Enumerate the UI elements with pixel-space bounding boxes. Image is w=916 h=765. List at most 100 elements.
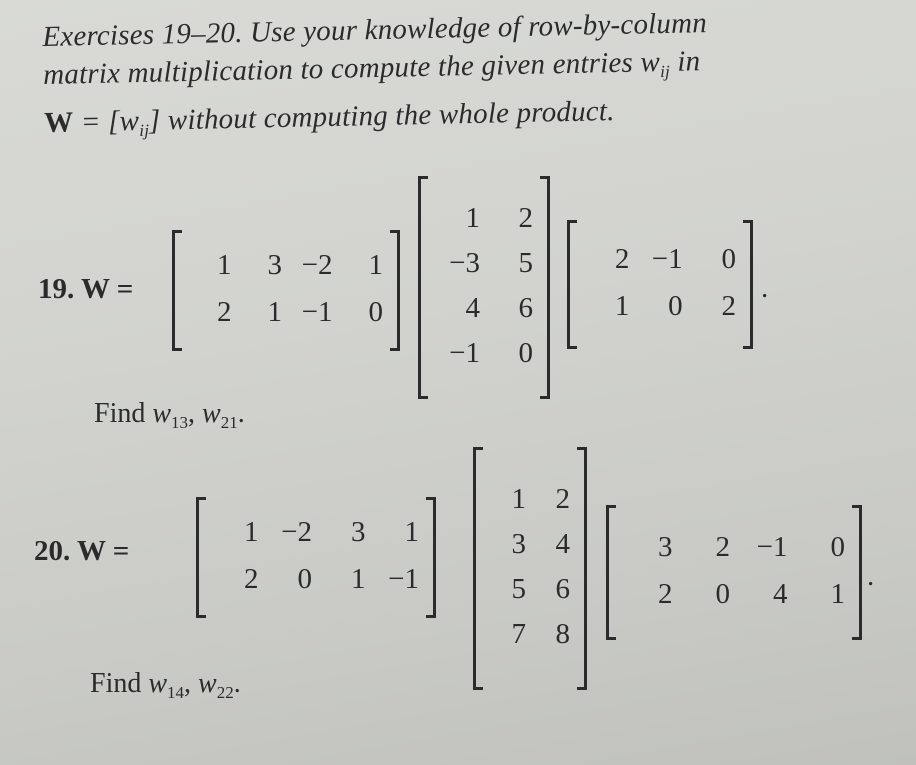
matrix-entry-r1-c4: 1 [404, 516, 420, 548]
matrix-entry-r1-c3: −2 [301, 249, 333, 281]
bracket-serif [567, 220, 577, 223]
matrix-entry-r2-c1: 1 [614, 290, 630, 322]
bracket-serif [426, 497, 436, 500]
exercise-instructions: Exercises 19–20. Use your knowledge of r… [42, 1, 875, 152]
matrix-entry-r2-c2: 4 [555, 528, 571, 560]
bracket-serif [743, 220, 753, 223]
matrix-entry-r3-c1: 4 [465, 292, 481, 324]
bracket-serif [172, 348, 182, 351]
instructions-text: ] without computing the whole product. [148, 95, 615, 137]
matrix-entry-r1-c2: −2 [281, 516, 312, 548]
matrix-entry-r4-c2: 8 [555, 618, 571, 650]
matrix-entry-r2-c1: −3 [449, 247, 480, 279]
matrix-entry-r2-c4: −1 [388, 563, 419, 595]
matrix-entries: 3 2 −1 0 2 0 4 1 [609, 505, 859, 637]
matrix-entry-r2-c1: 2 [244, 563, 259, 595]
find-label: Find [90, 668, 142, 699]
bracket-serif [606, 505, 616, 508]
matrix-c: 2 −1 0 1 0 2 [567, 220, 753, 349]
matrix-c: 3 2 −1 0 2 0 4 1 [606, 505, 862, 640]
bracket-serif [540, 176, 550, 179]
matrix-entry-r2-c3: 4 [773, 578, 788, 610]
bracket-serif [172, 230, 182, 233]
find-prompt: Find w14, w22. [90, 668, 241, 703]
matrix-a: 1 3 −2 1 2 1 −1 0 [172, 230, 400, 351]
matrix-entry-r2-c2: 1 [267, 296, 283, 328]
subscript: ij [659, 61, 671, 82]
separator: . [237, 398, 245, 429]
find-label: Find [94, 398, 146, 429]
entry-var: w [198, 668, 217, 699]
matrix-entries: 1 3 −2 1 2 1 −1 0 [175, 230, 397, 348]
matrix-entry-r2-c2: 0 [715, 578, 731, 610]
matrix-entry-r1-c3: 3 [351, 516, 366, 548]
period: . [761, 272, 769, 304]
matrix-entry-r2-c1: 2 [217, 296, 232, 328]
matrix-entries: 1 2 −3 5 4 6 −1 0 [421, 176, 547, 396]
matrix-entry-r1-c1: 1 [244, 516, 259, 548]
separator: . [233, 668, 241, 699]
matrix-entry-r1-c1: 2 [614, 243, 630, 275]
bracket-serif [196, 497, 206, 500]
matrix-entry-r1-c2: 2 [715, 531, 731, 563]
instructions-text: = [w [73, 104, 140, 139]
bracket-serif [418, 176, 428, 179]
matrix-entry-r2-c4: 0 [368, 296, 384, 328]
find-prompt: Find w13, w21. [94, 398, 245, 433]
matrix-entry-r2-c1: 2 [658, 578, 673, 610]
bracket-serif [606, 637, 616, 640]
matrix-entry-r2-c2: 0 [668, 290, 683, 322]
matrix-entry-r1-c1: 1 [217, 249, 232, 281]
matrix-entry-r1-c2: 2 [518, 202, 534, 234]
exercise-label: 20. W = [34, 535, 130, 567]
separator: , [188, 398, 203, 429]
entry-sub: 22 [216, 683, 234, 702]
matrix-entry-r3-c1: 5 [511, 573, 527, 605]
matrix-entry-r1-c3: −1 [756, 531, 788, 563]
matrix-entry-r1-c3: 0 [721, 243, 736, 275]
entry-sub: 13 [171, 413, 189, 432]
entry-sub: 14 [167, 683, 185, 702]
bracket-serif [418, 396, 428, 399]
entry-var: w [148, 668, 168, 699]
bracket-serif [743, 346, 753, 349]
exercise-label: 19. W = [38, 273, 134, 305]
bracket-serif [577, 687, 587, 690]
entry-var: w [202, 398, 221, 429]
matrix-entry-r2-c3: 1 [351, 563, 366, 595]
matrix-entries: 12345678 [476, 447, 584, 687]
subscript: ij [139, 120, 150, 140]
bracket-serif [390, 230, 400, 233]
period: . [867, 560, 875, 592]
instructions-text: in [669, 45, 701, 78]
bracket-serif [426, 615, 436, 618]
matrix-entry-r1-c1: 1 [511, 483, 527, 515]
matrix-entry-r1-c4: 0 [830, 531, 846, 563]
matrix-entry-r2-c4: 1 [830, 578, 846, 610]
matrix-entries: 2 −1 0 1 0 2 [570, 220, 750, 346]
bracket-serif [567, 346, 577, 349]
bracket-serif [852, 505, 862, 508]
bracket-serif [577, 447, 587, 450]
matrix-entry-r1-c1: 3 [658, 531, 673, 563]
matrix-entry-r1-c2: −1 [651, 243, 683, 275]
matrix-entry-r2-c2: 5 [518, 247, 534, 279]
matrix-entry-r4-c1: 7 [511, 618, 527, 650]
matrix-entry-r1-c2: 2 [555, 483, 571, 515]
matrix-entry-r4-c2: 0 [518, 337, 534, 369]
matrix-entry-r2-c1: 3 [511, 528, 527, 560]
matrix-entries: 1 −2 3 1 2 0 1 −1 [199, 497, 433, 615]
bracket-serif [852, 637, 862, 640]
bracket-serif [473, 447, 483, 450]
matrix-entry-r3-c2: 6 [555, 573, 571, 605]
matrix-entry-r2-c2: 0 [297, 563, 313, 595]
matrix-symbol-w: W [43, 106, 74, 139]
matrix-entry-r2-c3: 2 [721, 290, 736, 322]
matrix-a: 1 −2 3 1 2 0 1 −1 [196, 497, 436, 618]
matrix-entry-r2-c3: −1 [301, 296, 333, 328]
matrix-entry-r4-c1: −1 [449, 337, 480, 369]
matrix-entry-r1-c2: 3 [267, 249, 283, 281]
bracket-serif [540, 396, 550, 399]
bracket-serif [390, 348, 400, 351]
matrix-b: 12345678 [473, 447, 587, 690]
